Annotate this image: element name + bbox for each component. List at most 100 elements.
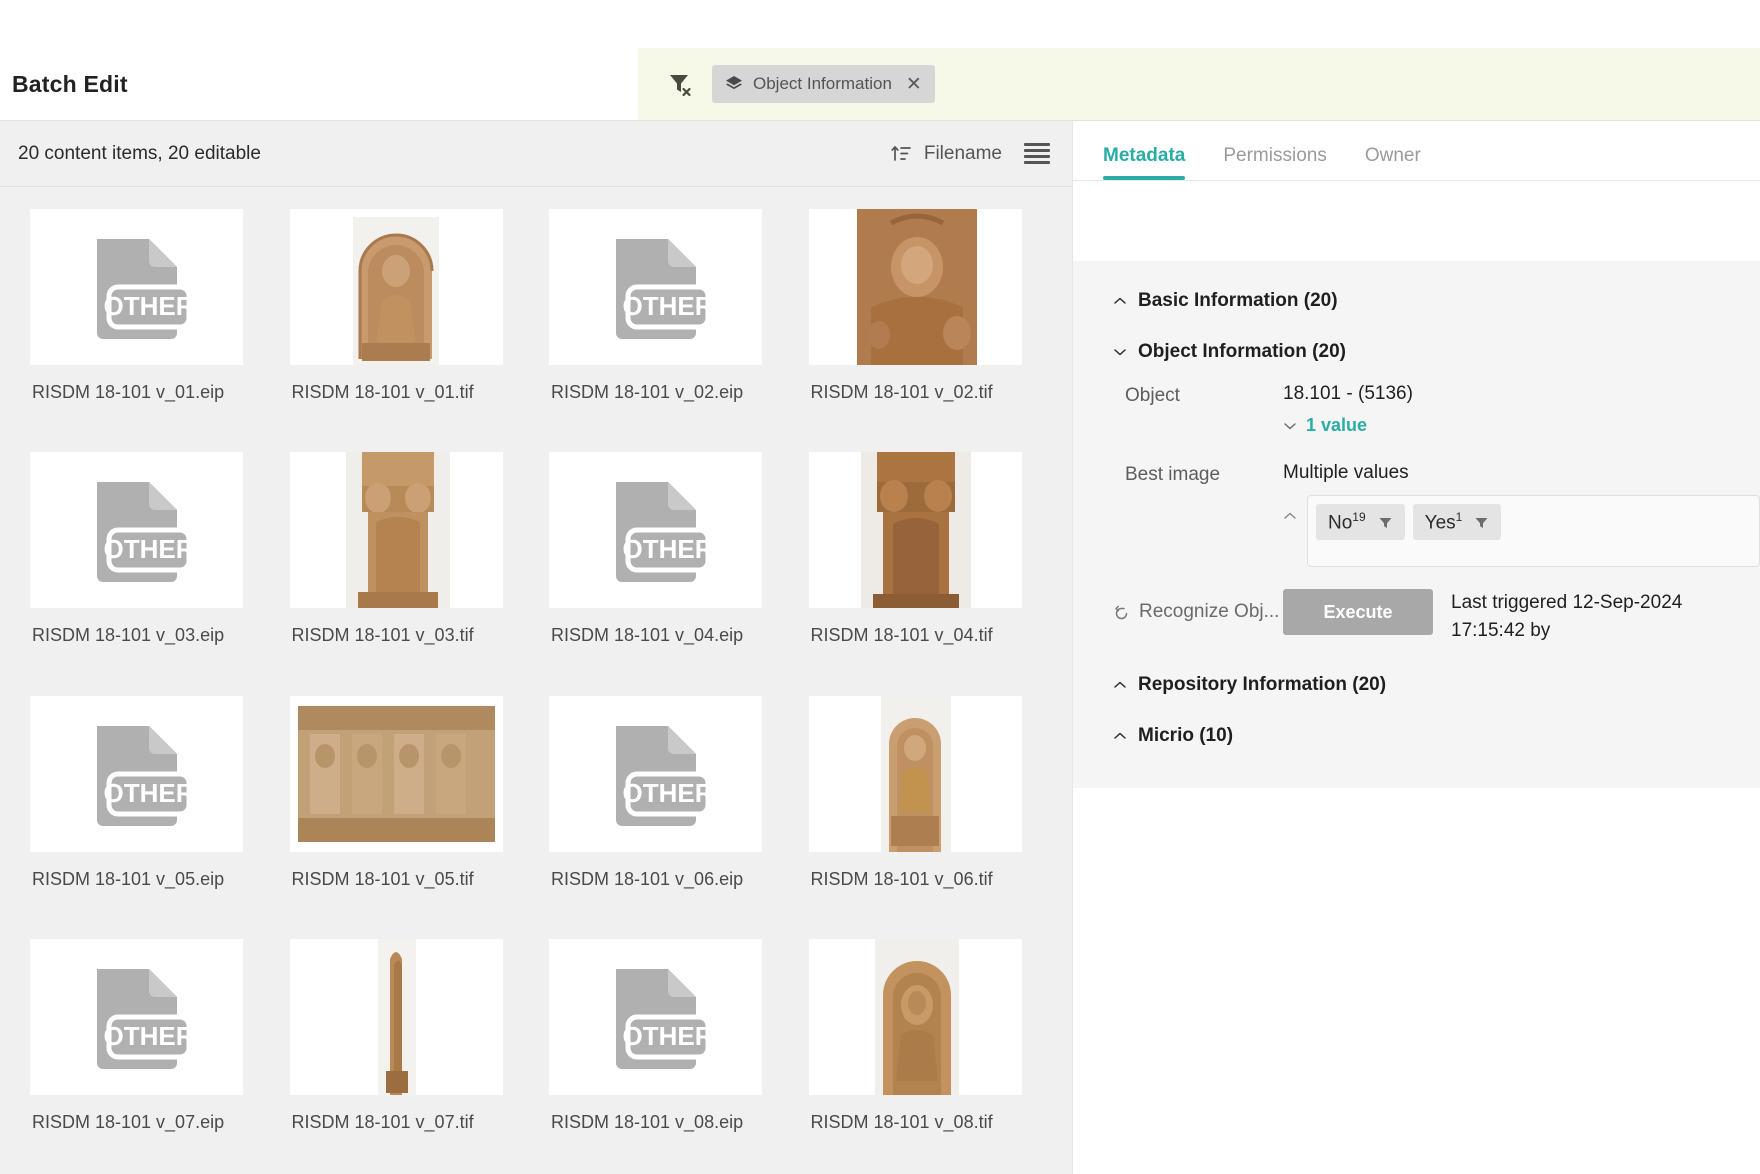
grid-item[interactable]: OTHER RISDM 18-101 v_08.eip — [549, 938, 791, 1174]
thumbnail[interactable] — [289, 695, 503, 852]
item-filename: RISDM 18-101 v_01.tif — [291, 382, 474, 402]
grid-item[interactable]: RISDM 18-101 v_01.tif — [289, 209, 532, 444]
batch-edit-app: Batch Edit Object Information ✕ 20 conte… — [0, 0, 1760, 1174]
thumbnail[interactable] — [808, 695, 1022, 852]
window-top-strip — [0, 0, 1760, 48]
thumbnail[interactable]: OTHER — [549, 695, 762, 852]
field-value-area: Multiple values No19 Yes1 — [1283, 462, 1760, 567]
item-filename: RISDM 18-101 v_05.eip — [32, 868, 225, 889]
chevron-up-icon[interactable] — [1283, 495, 1297, 519]
svg-text:OTHER: OTHER — [622, 1021, 710, 1051]
best-image-value: Multiple values — [1283, 462, 1409, 483]
section-basic-information[interactable]: Basic Information (20) — [1073, 279, 1760, 323]
thumbnail-image — [808, 209, 1022, 365]
list-view-icon[interactable] — [1024, 142, 1050, 165]
thumbnail[interactable] — [289, 452, 503, 609]
thumbnail[interactable]: OTHER — [30, 209, 243, 365]
value-chip[interactable]: No19 — [1316, 504, 1405, 540]
value-chip-label: No19 — [1328, 509, 1366, 534]
grid-item[interactable]: OTHER RISDM 18-101 v_03.eip — [30, 452, 272, 687]
thumbnail-image — [808, 695, 1022, 852]
grid-item[interactable]: OTHER RISDM 18-101 v_04.eip — [549, 452, 791, 687]
grid-item[interactable]: RISDM 18-101 v_08.tif — [808, 938, 1051, 1174]
metadata-pane: Metadata Permissions Owner Basic Informa… — [1072, 121, 1760, 1174]
reset-icon[interactable] — [1113, 604, 1130, 621]
svg-text:OTHER: OTHER — [622, 534, 710, 564]
grid-item[interactable]: RISDM 18-101 v_07.tif — [289, 938, 532, 1174]
tab-permissions[interactable]: Permissions — [1223, 145, 1326, 180]
svg-text:OTHER: OTHER — [103, 534, 191, 564]
section-title: Micrio (10) — [1138, 725, 1234, 747]
thumbnail[interactable]: OTHER — [30, 938, 243, 1095]
grid-item[interactable]: OTHER RISDM 18-101 v_07.eip — [30, 938, 272, 1174]
item-filename: RISDM 18-101 v_03.tif — [291, 625, 474, 646]
section-micrio[interactable]: Micrio (10) — [1073, 707, 1760, 758]
field-best-image: Best image Multiple values No19 Yes1 — [1073, 436, 1760, 567]
object-value-expander[interactable]: 1 value — [1283, 415, 1760, 436]
grid-item[interactable]: RISDM 18-101 v_05.tif — [289, 695, 532, 931]
thumbnail-image — [808, 938, 1022, 1095]
close-icon[interactable]: ✕ — [902, 75, 922, 94]
best-image-chips-wrap: No19 Yes1 — [1283, 495, 1760, 567]
grid-item[interactable]: RISDM 18-101 v_04.tif — [808, 452, 1051, 687]
thumbnail-image — [289, 209, 503, 365]
item-filename: RISDM 18-101 v_02.eip — [551, 382, 744, 402]
filter-bar: Object Information ✕ — [638, 48, 1760, 120]
other-file-icon: OTHER — [83, 478, 191, 583]
grid-item[interactable]: RISDM 18-101 v_03.tif — [289, 452, 532, 687]
grid-item[interactable]: RISDM 18-101 v_06.tif — [808, 695, 1051, 931]
grid-item[interactable]: OTHER RISDM 18-101 v_02.eip — [549, 209, 791, 444]
grid-item[interactable]: RISDM 18-101 v_02.tif — [808, 209, 1051, 444]
thumbnail[interactable]: OTHER — [30, 695, 243, 852]
content-grid: OTHER RISDM 18-101 v_01.eip RISDM 18-101… — [0, 187, 1072, 1174]
active-filter-label: Object Information — [753, 74, 892, 93]
thumbnail[interactable] — [808, 209, 1022, 365]
chevron-down-icon — [1113, 345, 1127, 359]
thumbnail[interactable] — [808, 938, 1022, 1095]
value-chip[interactable]: Yes1 — [1412, 504, 1502, 540]
thumbnail[interactable]: OTHER — [549, 209, 762, 365]
section-repository-information[interactable]: Repository Information (20) — [1073, 644, 1760, 707]
field-recognize-object: Recognize Obj... Execute Last triggered … — [1073, 567, 1760, 644]
item-filename: RISDM 18-101 v_07.eip — [32, 1111, 225, 1132]
execute-button[interactable]: Execute — [1283, 589, 1433, 635]
tab-owner[interactable]: Owner — [1365, 145, 1421, 180]
metadata-sections: Basic Information (20) Object Informatio… — [1073, 261, 1760, 789]
thumbnail[interactable]: OTHER — [549, 452, 762, 609]
thumbnail-image — [808, 452, 1022, 609]
metadata-top-spacer — [1073, 181, 1760, 261]
section-title: Repository Information (20) — [1138, 674, 1387, 696]
recognize-object-label-group: Recognize Obj... — [1113, 589, 1283, 623]
chevron-up-icon — [1113, 294, 1127, 308]
items-count-label: 20 content items, 20 editable — [18, 142, 261, 164]
field-object: Object 18.101 - (5136) 1 value — [1073, 374, 1760, 436]
section-object-information[interactable]: Object Information (20) — [1073, 323, 1760, 374]
grid-item[interactable]: OTHER RISDM 18-101 v_05.eip — [30, 695, 272, 931]
filter-icon[interactable] — [1378, 515, 1393, 530]
active-filter-chip[interactable]: Object Information ✕ — [712, 65, 935, 103]
grid-item[interactable]: OTHER RISDM 18-101 v_01.eip — [30, 209, 272, 444]
tab-metadata[interactable]: Metadata — [1103, 145, 1186, 180]
grid-item[interactable]: OTHER RISDM 18-101 v_06.eip — [549, 695, 791, 931]
thumbnail[interactable] — [808, 452, 1022, 609]
filter-icon[interactable] — [1474, 515, 1489, 530]
app-body: 20 content items, 20 editable Filename O… — [0, 121, 1760, 1174]
other-file-icon: OTHER — [83, 235, 191, 339]
svg-text:OTHER: OTHER — [103, 778, 191, 808]
thumbnail[interactable] — [289, 209, 503, 365]
sort-control[interactable]: Filename — [890, 143, 1002, 165]
item-filename: RISDM 18-101 v_06.eip — [551, 868, 744, 889]
chevron-up-icon — [1113, 729, 1127, 743]
object-value-count: 1 value — [1306, 415, 1368, 435]
filter-clear-icon[interactable] — [666, 70, 694, 98]
best-image-values-box: No19 Yes1 — [1307, 495, 1760, 567]
thumbnail[interactable] — [289, 938, 503, 1095]
thumbnail-image — [289, 938, 503, 1095]
chevron-up-icon — [1113, 678, 1127, 692]
item-filename: RISDM 18-101 v_01.eip — [32, 382, 225, 402]
thumbnail[interactable]: OTHER — [549, 938, 762, 1095]
thumbnail-image — [289, 695, 503, 852]
thumbnail[interactable]: OTHER — [30, 452, 243, 609]
item-filename: RISDM 18-101 v_08.tif — [810, 1111, 993, 1132]
header-title-area: Batch Edit — [0, 48, 638, 120]
